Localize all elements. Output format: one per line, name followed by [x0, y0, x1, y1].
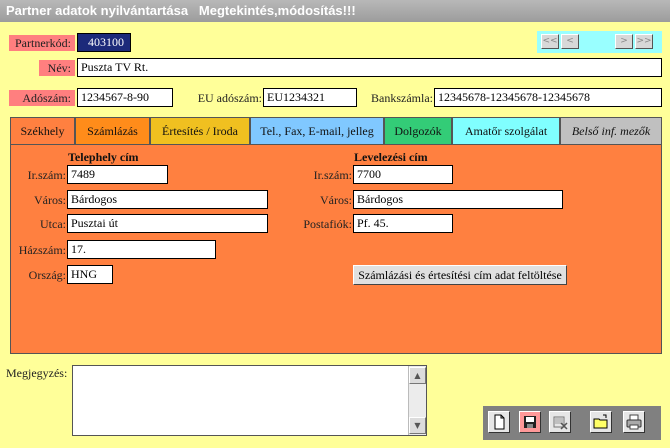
eu-adoszam-label: EU adószám: — [197, 91, 262, 105]
save-record-button[interactable] — [519, 411, 541, 433]
bankszamla-field[interactable]: 12345678-12345678-12345678 — [434, 88, 662, 107]
telephely-utca-field[interactable]: Pusztai út — [67, 214, 268, 233]
tab-amator-szolgalat[interactable]: Amatőr szolgálat — [452, 117, 560, 145]
telephely-varos-label: Város: — [34, 193, 66, 207]
telephely-hazszam-field[interactable]: 17. — [67, 240, 216, 259]
levelezesi-irszam-field[interactable]: 7700 — [353, 165, 453, 184]
telephely-hazszam-label: Házszám: — [18, 243, 66, 257]
tab-belso-inf-mezok-label: Belső inf. mezők — [571, 124, 651, 138]
levelezesi-irszam-label: Ir.szám: — [313, 168, 352, 182]
telephely-irszam-field[interactable]: 7489 — [67, 165, 168, 184]
partnerkod-label: Partnerkód: — [9, 35, 75, 51]
adoszam-label: Adószám: — [9, 90, 75, 106]
print-record-button[interactable] — [623, 411, 645, 433]
tab-szekhely-label: Székhely — [20, 124, 65, 138]
megjegyzes-textarea[interactable] — [72, 365, 427, 436]
nev-field[interactable]: Puszta TV Rt. — [77, 58, 662, 77]
save-icon — [524, 416, 536, 428]
tab-dolgozok[interactable]: Dolgozók — [384, 117, 452, 145]
delete-icon — [553, 416, 568, 430]
eu-adoszam-field[interactable]: EU1234321 — [263, 88, 357, 107]
tab-ertesites-iroda[interactable]: Értesítés / Iroda — [150, 117, 250, 145]
levelezesi-varos-label: Város: — [320, 193, 352, 207]
window-title: Partner adatok nyilvántartása Megtekinté… — [0, 0, 670, 22]
delete-record-button[interactable] — [549, 411, 571, 433]
fill-billing-notification-address-button[interactable]: Számlázási és értesítési cím adat feltöl… — [353, 265, 567, 285]
tab-szamlazas-label: Számlázás — [87, 124, 138, 138]
telephely-cim-heading: Telephely cím — [68, 150, 139, 164]
telephely-orszag-field[interactable]: HNG — [67, 265, 113, 284]
bankszamla-label: Bankszámla: — [371, 91, 433, 105]
telephely-varos-field[interactable]: Bárdogos — [67, 190, 268, 209]
tab-amator-szolgalat-label: Amatőr szolgálat — [464, 124, 548, 138]
open-folder-icon — [593, 414, 608, 429]
record-toolbar — [483, 406, 661, 440]
scroll-down-icon[interactable]: ▼ — [409, 417, 426, 434]
nev-label: Név: — [39, 60, 75, 76]
megjegyzes-label: Megjegyzés: — [6, 366, 68, 380]
tab-tel-fax-email-label: Tel., Fax, E-mail, jelleg — [260, 124, 374, 138]
megjegyzes-scrollbar[interactable]: ▲ ▼ — [408, 366, 426, 435]
tab-belso-inf-mezok[interactable]: Belső inf. mezők — [560, 117, 662, 145]
record-navigation-bar: << < > >> — [537, 31, 662, 53]
previous-record-button[interactable]: < — [561, 34, 579, 49]
print-icon — [626, 414, 642, 430]
levelezesi-postafiok-field[interactable]: Pf. 45. — [353, 214, 453, 233]
levelezesi-postafiok-label: Postafiók: — [303, 217, 352, 231]
first-record-button[interactable]: << — [541, 34, 559, 49]
tab-tel-fax-email[interactable]: Tel., Fax, E-mail, jelleg — [250, 117, 384, 145]
telephely-utca-label: Utca: — [40, 217, 66, 231]
new-record-button[interactable] — [488, 411, 510, 433]
tab-dolgozok-label: Dolgozók — [394, 124, 442, 138]
levelezesi-varos-field[interactable]: Bárdogos — [353, 190, 563, 209]
open-record-button[interactable] — [590, 411, 612, 433]
last-record-button[interactable]: >> — [635, 34, 653, 49]
tab-ertesites-iroda-label: Értesítés / Iroda — [162, 124, 238, 138]
partnerkod-field[interactable]: 403100 — [77, 33, 131, 52]
adoszam-field[interactable]: 1234567-8-90 — [77, 88, 173, 107]
tab-szekhely[interactable]: Székhely — [10, 117, 75, 146]
tab-szamlazas[interactable]: Számlázás — [75, 117, 150, 145]
scroll-up-icon[interactable]: ▲ — [409, 367, 426, 384]
new-document-icon — [494, 414, 505, 430]
levelezesi-cim-heading: Levelezési cím — [354, 150, 428, 164]
telephely-orszag-label: Ország: — [28, 268, 66, 282]
next-record-button[interactable]: > — [615, 34, 633, 49]
telephely-irszam-label: Ir.szám: — [27, 168, 66, 182]
